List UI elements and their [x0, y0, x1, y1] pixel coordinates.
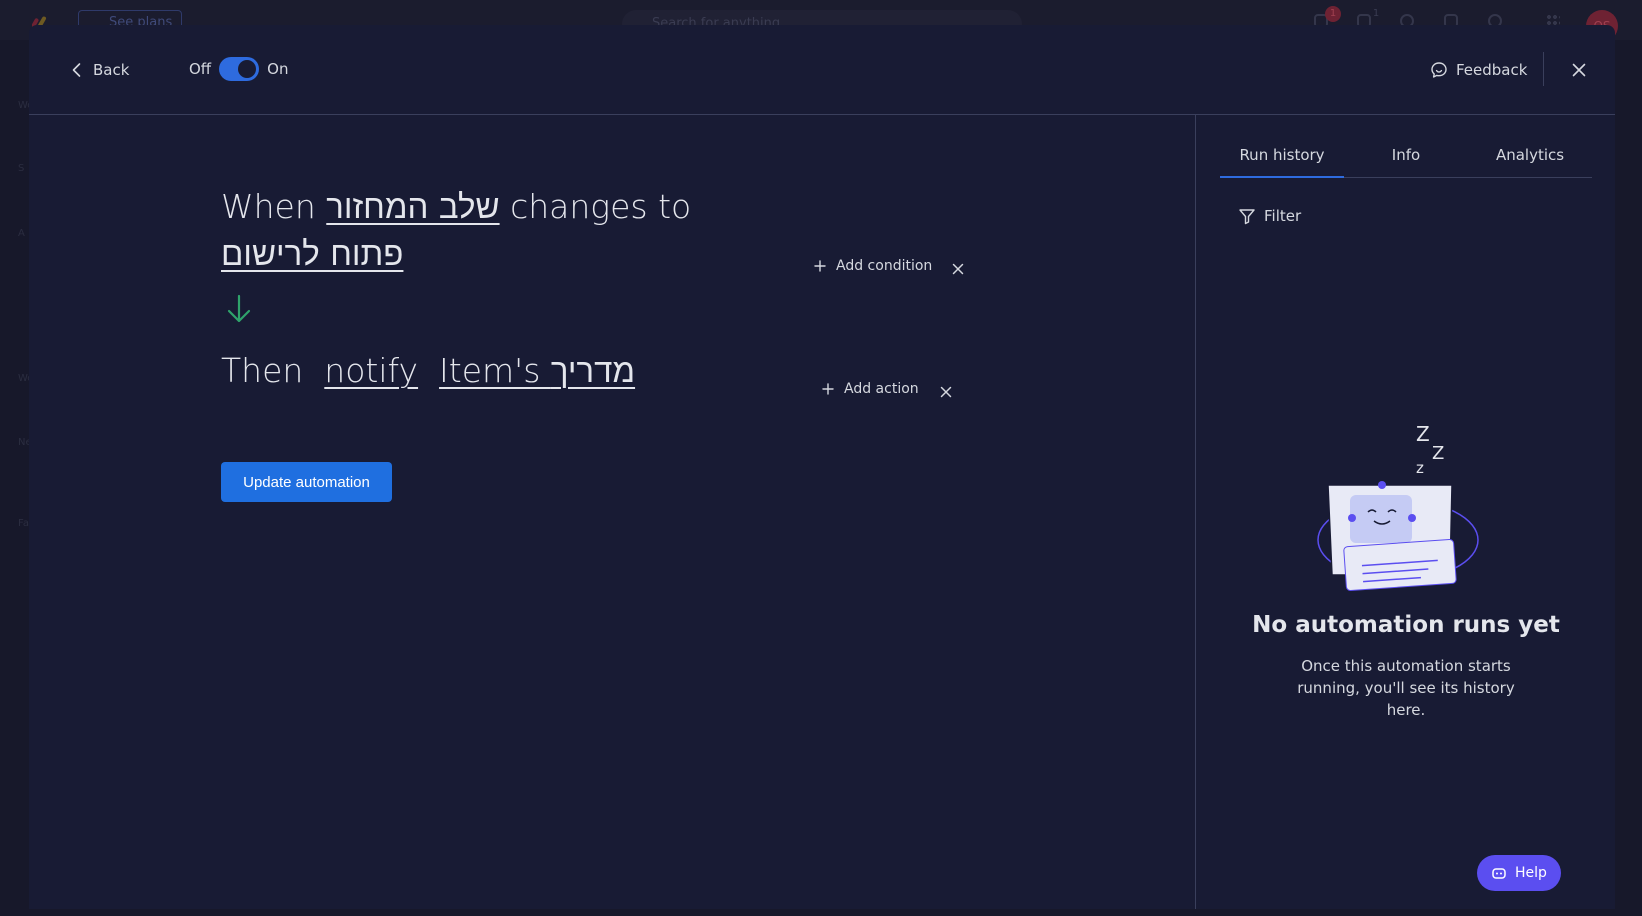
svg-text:Z: Z [1432, 443, 1444, 464]
remove-action-button[interactable] [937, 383, 955, 401]
panel-tabs: Run history Info Analytics [1220, 139, 1592, 178]
close-icon [940, 386, 952, 398]
filter-button[interactable]: Filter [1238, 207, 1301, 225]
chevron-left-icon [72, 63, 81, 77]
sidebar-fragment: A [18, 228, 25, 239]
sidebar-fragment: Fa [18, 518, 29, 529]
when-word: When [221, 187, 316, 226]
trigger-status-value-field[interactable]: פתוח לרישום [221, 234, 403, 273]
toggle-on-label: On [267, 60, 289, 78]
help-bot-icon [1492, 868, 1506, 879]
help-label: Help [1515, 865, 1547, 881]
help-button[interactable]: Help [1477, 855, 1561, 891]
svg-text:z: z [1416, 459, 1424, 477]
then-word: Then [221, 351, 304, 390]
automation-on-off-toggle[interactable] [219, 57, 260, 81]
trigger-column-field[interactable]: שלב המחזור [326, 187, 499, 226]
svg-text:Z: Z [1416, 422, 1430, 446]
action-type-field[interactable]: notify [324, 351, 418, 390]
trigger-sentence-line1: When שלב המחזור changes to [221, 183, 691, 231]
feedback-icon [1431, 62, 1447, 78]
filter-icon [1239, 209, 1255, 225]
add-condition-button[interactable]: Add condition [814, 258, 932, 274]
add-action-button[interactable]: Add action [822, 381, 919, 397]
notifications-badge: 1 [1325, 6, 1341, 22]
update-automation-button[interactable]: Update automation [221, 462, 392, 502]
tab-analytics[interactable]: Analytics [1468, 139, 1592, 177]
toggle-off-label: Off [189, 60, 212, 78]
header-divider [1543, 52, 1544, 86]
filter-label: Filter [1264, 207, 1302, 225]
plus-icon [822, 383, 834, 395]
inbox-badge: 1 [1372, 8, 1380, 19]
feedback-button[interactable]: Feedback [1430, 55, 1527, 85]
sidebar-fragment: S [18, 163, 25, 174]
automation-toggle-group: Off On [189, 57, 288, 81]
feedback-label: Feedback [1456, 61, 1528, 79]
changes-to-text: changes to [510, 187, 692, 226]
action-target-field[interactable]: Item's מדריך [439, 351, 635, 390]
back-button[interactable]: Back [69, 55, 129, 85]
add-action-label: Add action [844, 381, 919, 397]
automation-editor-modal: Back Off On Feedback When שלב המחזור cha… [29, 25, 1615, 909]
close-modal-button[interactable] [1565, 56, 1593, 84]
back-label: Back [93, 61, 130, 79]
toggle-knob [238, 60, 257, 78]
plus-icon [814, 260, 826, 272]
empty-state-description: Once this automation starts running, you… [1297, 657, 1515, 719]
action-sentence: Then notify Item's מדריך [221, 347, 635, 395]
tab-run-history[interactable]: Run history [1220, 139, 1344, 178]
close-icon [952, 263, 964, 275]
empty-state-title: No automation runs yet [1252, 612, 1560, 638]
arrow-down-icon [227, 294, 251, 323]
automation-recipe-editor: When שלב המחזור changes to פתוח לרישום A… [29, 115, 1194, 909]
modal-header: Back Off On Feedback [29, 25, 1615, 115]
tab-info[interactable]: Info [1344, 139, 1468, 177]
trigger-sentence-line2: פתוח לרישום [221, 230, 403, 278]
sleeping-robot-illustration: Z Z z [1317, 422, 1479, 592]
remove-trigger-button[interactable] [949, 260, 967, 278]
add-condition-label: Add condition [836, 258, 933, 274]
run-history-panel: Run history Info Analytics Filter Z Z z … [1195, 115, 1615, 909]
close-icon [1572, 63, 1586, 77]
